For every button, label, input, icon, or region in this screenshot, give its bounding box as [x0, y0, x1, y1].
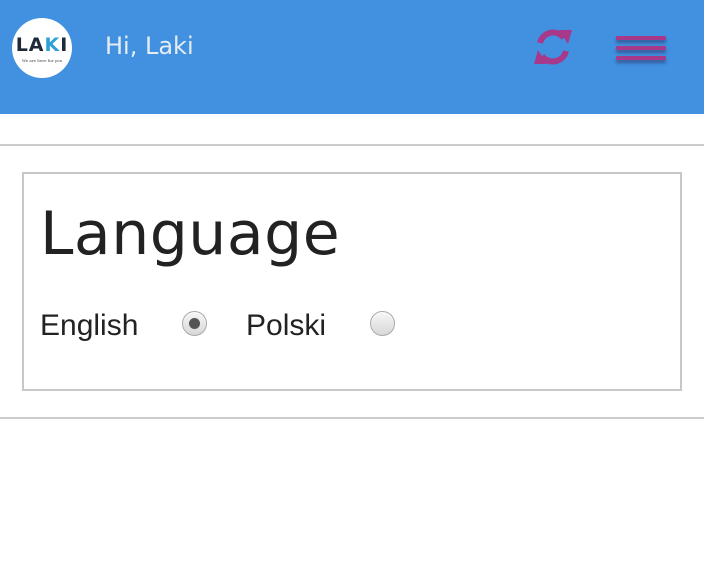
polski-radio[interactable] [370, 311, 395, 336]
language-title: Language [40, 199, 341, 269]
divider [0, 144, 704, 146]
divider [0, 417, 704, 419]
english-radio[interactable] [182, 311, 207, 336]
language-panel: Language English Polski [22, 172, 682, 391]
refresh-icon [534, 29, 572, 65]
english-label[interactable]: English [40, 308, 138, 344]
hamburger-menu-icon [616, 36, 666, 40]
polski-label[interactable]: Polski [246, 308, 326, 344]
refresh-button[interactable] [528, 22, 578, 72]
greeting-text: Hi, Laki [105, 32, 194, 60]
app-header: LAKI We are here for you Hi, Laki [0, 0, 704, 114]
laki-logo[interactable]: LAKI We are here for you [12, 18, 72, 78]
menu-button[interactable] [612, 28, 670, 68]
logo-tagline: We are here for you [21, 58, 63, 63]
radio-selected-dot [189, 318, 200, 329]
logo-wordmark: LAKI [15, 34, 69, 56]
